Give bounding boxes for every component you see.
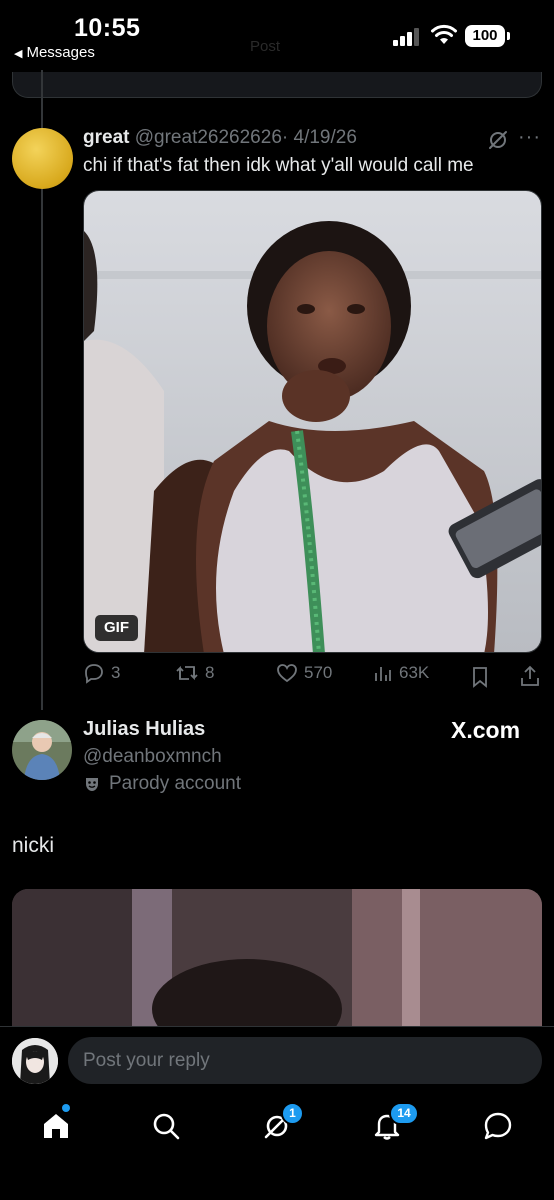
gif-media[interactable] [83,190,542,653]
repost-count: 8 [205,663,215,682]
tweet-text: nicki [12,834,55,857]
parody-label: Parody account [83,773,241,795]
author-handle[interactable]: @deanboxmnch [83,746,222,768]
home-icon[interactable] [40,1110,72,1142]
grok-badge: 1 [281,1102,304,1125]
avatar[interactable] [12,1038,58,1084]
previous-post-card[interactable] [12,72,542,98]
gif-still-image [84,191,541,652]
views-icon [375,667,391,681]
author-handle[interactable]: @great26262626 [135,127,282,148]
parody-text: Parody account [109,773,242,794]
page-title: Post [250,38,281,55]
views-button[interactable]: 63K [373,662,429,684]
reply-count: 3 [111,663,121,682]
reply-button[interactable]: 3 [83,662,120,684]
reply-icon [85,664,103,684]
tweet-actions: 3 8 570 63K [83,662,542,692]
avatar-image [12,720,72,780]
repost-button[interactable]: 8 [175,662,214,684]
my-avatar-image [12,1038,58,1084]
reply-media-image [12,889,542,1029]
back-triangle-icon: ◀ [14,48,23,60]
grok-icon[interactable] [487,129,509,151]
avatar[interactable] [12,720,72,780]
like-button[interactable]: 570 [276,662,332,684]
tweet-text: chi if that's fat then idk what y'all wo… [83,155,474,176]
tweet-header: great @great26262626· 4/19/26 [83,127,357,149]
home-new-dot [62,1104,70,1112]
post-date[interactable]: · 4/19/26 [282,127,357,148]
like-count: 570 [304,663,333,682]
back-to-messages-link[interactable]: ◀ Messages [14,44,95,61]
author-name[interactable]: Julias Hulias [83,718,205,741]
reply-media[interactable] [12,889,542,1029]
notifications-badge: 14 [389,1102,419,1125]
cellular-signal-icon [393,26,423,46]
gif-badge: GIF [95,615,138,641]
repost-icon [176,665,198,681]
status-bar: 10:55 ◀ Messages Post 100 [0,0,554,70]
avatar[interactable] [12,128,73,189]
heart-icon [277,664,297,683]
bookmark-icon[interactable] [470,666,490,688]
share-icon[interactable] [519,665,541,687]
battery-nub [507,32,510,40]
reply-input[interactable]: Post your reply [68,1037,542,1084]
back-label: Messages [26,44,95,61]
wifi-icon [431,24,457,44]
more-options-icon[interactable]: ··· [518,126,541,149]
author-name[interactable]: great [83,127,129,148]
parody-mask-icon [86,778,98,791]
clock: 10:55 [74,14,141,42]
search-icon[interactable] [150,1110,182,1142]
messages-icon[interactable] [482,1110,514,1142]
source-badge: X.com [451,717,521,743]
battery-indicator: 100 [465,25,505,47]
view-count: 63K [399,663,430,682]
